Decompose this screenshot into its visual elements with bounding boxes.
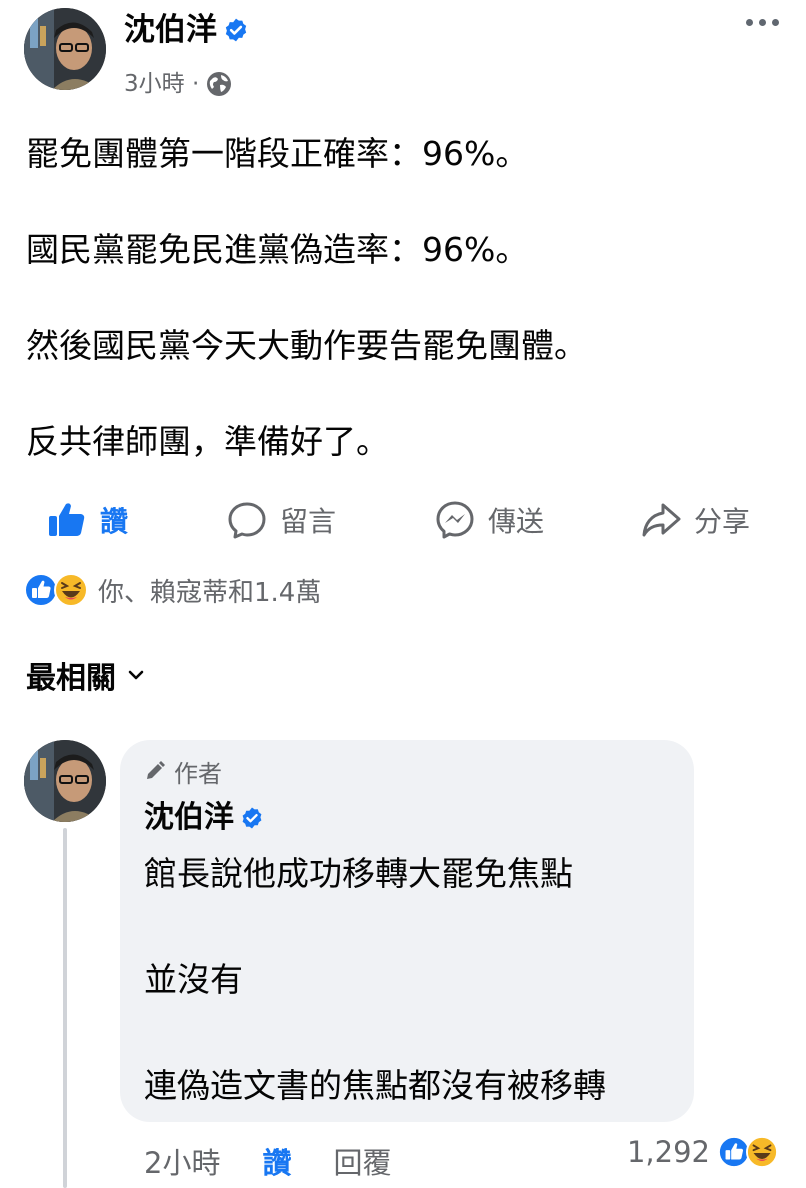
share-button[interactable]: 分享 [640, 490, 750, 550]
like-button[interactable]: 讚 [46, 490, 128, 550]
verified-badge-icon [225, 18, 247, 42]
comment-label: 留言 [280, 505, 337, 538]
share-label: 分享 [694, 505, 751, 538]
comment-line: 館長說他成功移轉大罷免焦點 [144, 854, 573, 893]
post-action-bar: 讚 留言 傳送 分享 [0, 490, 806, 550]
comment-time[interactable]: 2小時 [144, 1140, 220, 1182]
post-line: 國民黨罷免民進黨偽造率：96%。 [26, 230, 529, 269]
post-header: 沈伯洋 3小時 · [0, 0, 806, 110]
chevron-down-icon [128, 670, 144, 680]
globe-icon [207, 72, 232, 96]
author-avatar[interactable] [24, 8, 106, 90]
sort-label: 最相關 [26, 661, 116, 696]
comment-line: 連偽造文書的焦點都沒有被移轉 [144, 1066, 606, 1105]
post-author-name[interactable]: 沈伯洋 [124, 12, 249, 48]
author-name-text[interactable]: 沈伯洋 [124, 12, 217, 48]
comment-thread-line [63, 828, 67, 1188]
comment-button[interactable]: 留言 [226, 490, 336, 550]
comment-author-avatar[interactable] [24, 740, 106, 822]
post-line: 罷免團體第一階段正確率：96%。 [26, 134, 529, 173]
post-meta: 3小時 · [124, 70, 233, 98]
send-button[interactable]: 傳送 [434, 490, 544, 550]
comment-like-button[interactable]: 讚 [262, 1140, 291, 1182]
comment-bubble[interactable]: 作者 沈伯洋 館長說他成功移轉大罷免焦點 並沒有 連偽造文書的焦點都沒有被移轉 [120, 740, 694, 1122]
comment-reactions[interactable]: 1,292 [627, 1130, 778, 1174]
haha-reaction-icon [746, 1136, 778, 1168]
comment-icon [228, 502, 266, 539]
comment-reaction-icons [718, 1136, 778, 1168]
comment-author-name[interactable]: 沈伯洋 [144, 798, 264, 838]
post-time[interactable]: 3小時 · [124, 70, 199, 98]
share-arrow-icon [642, 503, 681, 537]
post-text: 罷免團體第一階段正確率：96%。 國民黨罷免民進黨偽造率：96%。 然後國民黨今… [26, 132, 786, 464]
avatar-photo [24, 8, 106, 90]
reactions-text: 你、賴寇蒂和1.4萬 [98, 577, 322, 608]
post-line: 反共律師團，準備好了。 [26, 422, 389, 461]
comment-text: 館長說他成功移轉大罷免焦點 並沒有 連偽造文書的焦點都沒有被移轉 [144, 848, 684, 1112]
comment-reaction-count: 1,292 [626, 1135, 710, 1169]
reaction-icons [24, 573, 88, 607]
verified-badge-icon [242, 807, 262, 829]
messenger-icon [436, 501, 474, 539]
haha-reaction-icon [54, 573, 88, 607]
avatar-photo [24, 740, 106, 822]
send-label: 傳送 [488, 505, 545, 538]
more-options-icon[interactable] [740, 6, 784, 38]
reactions-summary[interactable]: 你、賴寇蒂和1.4萬 [24, 570, 321, 610]
pencil-icon [147, 761, 165, 779]
comment-reply-button[interactable]: 回覆 [333, 1140, 391, 1182]
author-badge: 作者 [144, 754, 222, 788]
comment-footer: 2小時 讚 回覆 [144, 1136, 391, 1186]
comment-author-text[interactable]: 沈伯洋 [144, 800, 234, 835]
thumbs-up-icon [49, 503, 85, 536]
like-label: 讚 [100, 505, 129, 538]
post-line: 然後國民黨今天大動作要告罷免團體。 [26, 326, 587, 365]
comment-line: 並沒有 [144, 960, 243, 999]
like-reaction-icon [24, 573, 58, 607]
author-badge-label: 作者 [174, 759, 222, 788]
comment-sort-dropdown[interactable]: 最相關 [26, 655, 146, 696]
